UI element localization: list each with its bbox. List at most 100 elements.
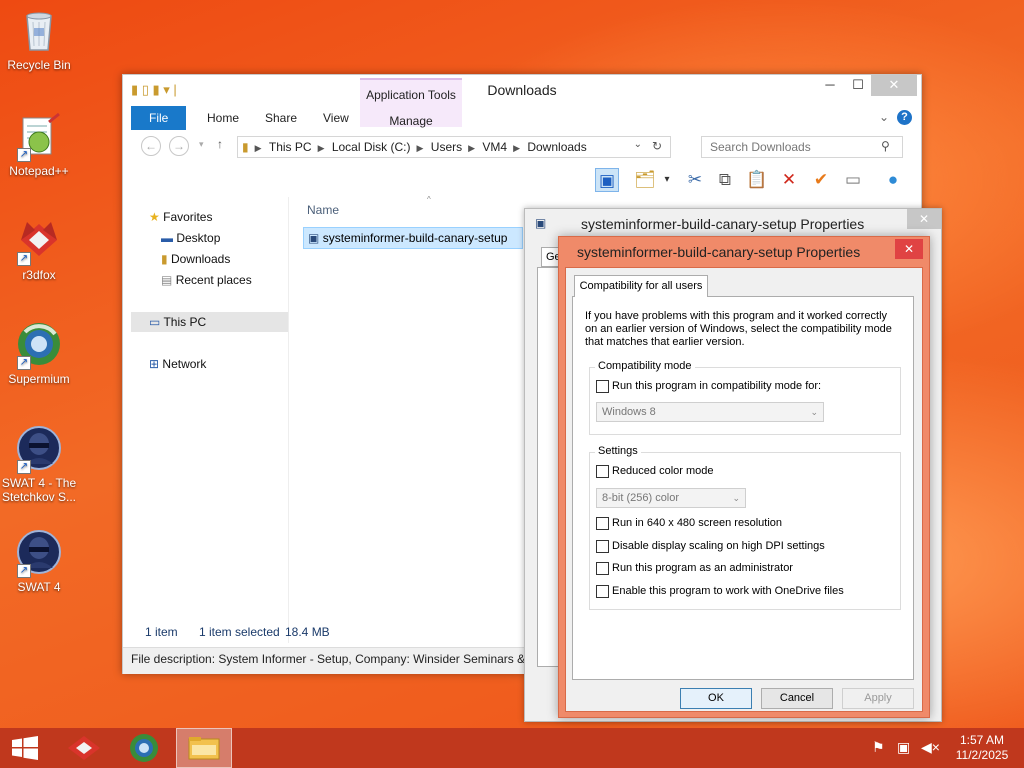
desktop-icon-label-line1: SWAT 4 - The (1, 476, 77, 490)
desktop-icon-notepadpp[interactable]: ↗ Notepad++ (0, 112, 78, 178)
up-icon[interactable]: ↑ (217, 137, 223, 151)
swat4-icon: ↗ (15, 528, 63, 578)
chevron-down-icon: ⌄ (732, 493, 740, 503)
title-bar[interactable]: ▮ ▯ ▮ ▾ | Downloads ─ ☐ ✕ (123, 75, 921, 105)
recycle-bin-icon (15, 6, 63, 54)
dpi-scaling-checkbox[interactable]: Disable display scaling on high DPI sett… (596, 540, 825, 554)
desktop-icon-recycle-bin[interactable]: Recycle Bin (0, 6, 78, 72)
tab-view[interactable]: View (309, 106, 363, 130)
taskbar-supermium[interactable] (116, 728, 172, 768)
desktop-icon-swat4[interactable]: ↗ SWAT 4 (0, 528, 78, 594)
file-name: systeminformer-build-canary-setup (322, 231, 508, 245)
nav-recent-places[interactable]: ▤ Recent places (161, 270, 252, 290)
compat-mode-checkbox[interactable]: Run this program in compatibility mode f… (596, 380, 821, 394)
sort-arrow-icon: ^ (427, 195, 431, 204)
breadcrumb-local-disk[interactable]: Local Disk (C:) (332, 137, 411, 157)
notepadpp-icon: ↗ (15, 112, 63, 162)
supermium-icon: ↗ (15, 320, 63, 370)
forward-icon[interactable]: → (169, 136, 189, 156)
run-as-admin-checkbox[interactable]: Run this program as an administrator (596, 562, 793, 576)
desktop-icon-label: SWAT 4 (17, 580, 61, 594)
checkmark-icon[interactable]: ✔ (809, 168, 833, 192)
chevron-down-icon: ⌄ (810, 407, 818, 417)
close-button[interactable]: ✕ (895, 239, 923, 259)
shortcut-arrow-icon: ↗ (17, 564, 31, 578)
refresh-icon[interactable]: ↻ (652, 139, 662, 153)
properties-icon[interactable]: 🗂 (633, 168, 657, 192)
close-button[interactable]: ✕ (907, 209, 941, 229)
breadcrumb-downloads[interactable]: Downloads (527, 137, 586, 157)
dialog-title: systeminformer-build-canary-setup Proper… (577, 244, 861, 260)
intro-text: If you have problems with this program a… (585, 310, 892, 348)
close-button[interactable]: ✕ (871, 75, 917, 96)
desktop-icon-swat4-stetchkov[interactable]: ↗ SWAT 4 - The Stetchkov S... (0, 424, 78, 504)
tab-home[interactable]: Home (193, 106, 253, 130)
clock-date: 11/2/2025 (955, 748, 1009, 762)
minimize-button[interactable]: ─ (815, 75, 845, 96)
maximize-button[interactable]: ☐ (843, 75, 873, 96)
tab-share[interactable]: Share (251, 106, 311, 130)
paste-icon[interactable]: 📋 (745, 168, 769, 192)
selection-size: 18.4 MB (285, 625, 330, 639)
reduced-color-checkbox[interactable]: Reduced color mode (596, 465, 714, 479)
taskbar-r3dfox[interactable] (56, 728, 112, 768)
search-icon: ⚲ (881, 139, 890, 153)
breadcrumb-vm4[interactable]: VM4 (482, 137, 507, 157)
computer-icon: ▭ (149, 315, 161, 329)
color-mode-select[interactable]: 8-bit (256) color ⌄ (596, 488, 746, 508)
preview-pane-icon[interactable]: ▣ (595, 168, 619, 192)
ribbon-tabs: File Home Share View ⌄ ? (131, 106, 913, 130)
r3dfox-icon (68, 736, 100, 760)
command-toolbar: ▣ 🗂 ▾ ✂ ⧉ 📋 ✕ ✔ ▭ ● (593, 168, 923, 198)
desktop-icon-label: Notepad++ (9, 164, 69, 178)
compat-mode-select[interactable]: Windows 8 ⌄ (596, 402, 824, 422)
globe-icon[interactable]: ● (881, 168, 905, 192)
application-tools-label: Application Tools (366, 88, 456, 102)
desktop-icon-r3dfox[interactable]: ↗ r3dfox (0, 216, 78, 282)
cut-icon[interactable]: ✂ (683, 168, 707, 192)
group-title: Settings (595, 445, 641, 457)
breadcrumb-this-pc[interactable]: This PC (269, 137, 312, 157)
back-icon[interactable]: ← (141, 136, 161, 156)
nav-network[interactable]: ⊞ Network (149, 354, 206, 374)
nav-favorites[interactable]: ★ Favorites (149, 207, 212, 227)
list-item[interactable]: ▣ systeminformer-build-canary-setup (303, 227, 523, 249)
start-button[interactable] (0, 728, 56, 768)
breadcrumb-users[interactable]: Users (431, 137, 462, 157)
column-name[interactable]: Name (307, 203, 339, 217)
network-icon[interactable]: ▣ (897, 739, 910, 756)
apply-button[interactable]: Apply (842, 688, 914, 709)
ribbon-expand-icon[interactable]: ⌄ (879, 110, 889, 124)
nav-downloads[interactable]: ▮ Downloads (161, 249, 230, 269)
shortcut-arrow-icon: ↗ (17, 460, 31, 474)
properties-dialog[interactable]: systeminformer-build-canary-setup Proper… (558, 236, 930, 718)
desktop-icon-supermium[interactable]: ↗ Supermium (0, 320, 78, 386)
taskbar: ⚑ ▣ ◀× 1:57 AM 11/2/2025 (0, 728, 1024, 768)
nav-desktop[interactable]: ▬ Desktop (161, 228, 220, 248)
folder-icon (188, 737, 220, 760)
desktop-icon-label: r3dfox (22, 268, 56, 282)
tab-file[interactable]: File (131, 106, 187, 130)
dropdown-icon[interactable]: ▾ (655, 168, 679, 192)
delete-icon[interactable]: ✕ (777, 168, 801, 192)
address-dropdown-icon[interactable]: ⌄ (634, 139, 642, 150)
help-icon[interactable]: ? (897, 110, 912, 125)
nav-this-pc[interactable]: ▭ This PC (131, 312, 288, 332)
shortcut-arrow-icon: ↗ (17, 356, 31, 370)
desktop-icon-label-line2: Stetchkov S... (1, 490, 77, 504)
cancel-button[interactable]: Cancel (761, 688, 833, 709)
action-center-flag-icon[interactable]: ⚑ (872, 739, 885, 756)
resolution-checkbox[interactable]: Run in 640 x 480 screen resolution (596, 517, 782, 531)
ok-button[interactable]: OK (680, 688, 752, 709)
search-input[interactable]: Search Downloads (701, 136, 903, 158)
windows-logo-icon (12, 736, 38, 760)
copy-icon[interactable]: ⧉ (713, 168, 737, 192)
breadcrumb[interactable]: ▮ ▶ This PC ▶ Local Disk (C:) ▶ Users ▶ VM4 ▶… (237, 136, 671, 158)
clock[interactable]: 1:57 AM 11/2/2025 (950, 733, 1014, 763)
volume-muted-icon[interactable]: ◀× (921, 739, 940, 756)
onedrive-checkbox[interactable]: Enable this program to work with OneDriv… (596, 585, 844, 599)
taskbar-file-explorer[interactable] (176, 728, 232, 768)
tab-compatibility-all-users[interactable]: Compatibility for all users (574, 275, 708, 297)
recent-locations-icon[interactable]: ▾ (199, 139, 204, 150)
rename-icon[interactable]: ▭ (841, 168, 865, 192)
